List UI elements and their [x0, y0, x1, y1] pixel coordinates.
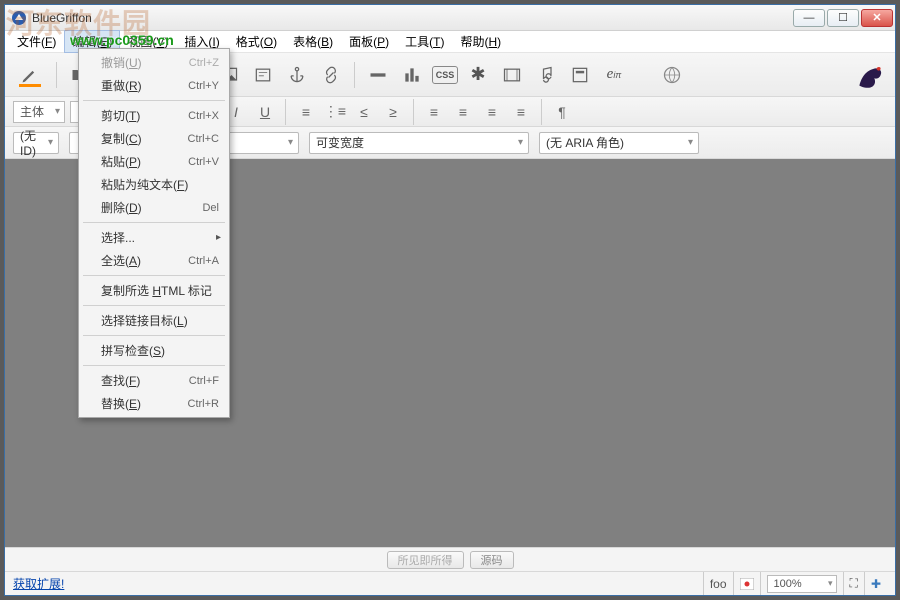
css-button[interactable]: CSS: [432, 66, 458, 84]
menu-separator: [83, 275, 225, 276]
video-button[interactable]: [498, 61, 526, 89]
form-button[interactable]: [249, 61, 277, 89]
puzzle-icon[interactable]: ✚: [864, 572, 887, 595]
align-justify-button[interactable]: ≡: [509, 101, 533, 123]
chart-button[interactable]: [398, 61, 426, 89]
minimize-button[interactable]: —: [793, 9, 825, 27]
title-bar: BlueGriffon — ☐ ✕: [5, 5, 895, 31]
list-ordered-button[interactable]: ≡: [294, 101, 318, 123]
aria-role-selector[interactable]: (无 ARIA 角色): [539, 132, 699, 154]
template-button[interactable]: [566, 61, 594, 89]
view-switcher-bar: 所见即所得 源码: [5, 547, 895, 571]
direction-button[interactable]: ¶: [550, 101, 574, 123]
menu-item-拼写检查[interactable]: 拼写检查(S): [81, 339, 227, 362]
menu-item-删除[interactable]: 删除(D)Del: [81, 196, 227, 219]
app-icon: [11, 10, 27, 26]
list-unordered-button[interactable]: ⋮≡: [323, 101, 347, 123]
new-document-button[interactable]: [13, 60, 47, 90]
special-char-button[interactable]: ✱: [464, 61, 492, 89]
menu-item-替换[interactable]: 替换(E)Ctrl+R: [81, 392, 227, 415]
toolbar-separator: [354, 62, 355, 88]
menu-separator: [83, 365, 225, 366]
indent-button[interactable]: ≥: [381, 101, 405, 123]
menu-工具[interactable]: 工具(T): [397, 30, 452, 53]
wysiwyg-view-button[interactable]: 所见即所得: [387, 551, 464, 569]
element-selector[interactable]: 主体: [13, 101, 65, 123]
menu-item-选择链接目标[interactable]: 选择链接目标(L): [81, 309, 227, 332]
menu-item-复制[interactable]: 复制(C)Ctrl+C: [81, 127, 227, 150]
get-extensions-link[interactable]: 获取扩展!: [13, 575, 64, 592]
menu-表格[interactable]: 表格(B): [285, 30, 341, 53]
align-center-button[interactable]: ≡: [451, 101, 475, 123]
griffon-logo: [853, 58, 887, 92]
window-title: BlueGriffon: [32, 11, 793, 25]
status-foo: foo: [703, 572, 733, 595]
math-button[interactable]: eiπ: [600, 61, 628, 89]
menu-item-选择...[interactable]: 选择...▸: [81, 226, 227, 249]
width-selector[interactable]: 可变宽度: [309, 132, 529, 154]
toolbar-separator: [285, 99, 286, 125]
menu-item-查找[interactable]: 查找(F)Ctrl+F: [81, 369, 227, 392]
source-view-button[interactable]: 源码: [470, 551, 514, 569]
zoom-selector[interactable]: 100%: [767, 575, 837, 593]
menu-面板[interactable]: 面板(P): [341, 30, 397, 53]
menu-separator: [83, 335, 225, 336]
status-flag-icon[interactable]: [733, 572, 760, 595]
edit-menu-dropdown: 撤销(U)Ctrl+Z重做(R)Ctrl+Y 剪切(T)Ctrl+X复制(C)Ct…: [78, 48, 230, 418]
fullscreen-icon[interactable]: ⛶: [843, 572, 864, 595]
status-bar: 获取扩展! foo 100% ⛶ ✚: [5, 571, 895, 595]
menu-帮助[interactable]: 帮助(H): [452, 30, 509, 53]
menu-item-复制所选 HTML 标记[interactable]: 复制所选 HTML 标记: [81, 279, 227, 302]
maximize-button[interactable]: ☐: [827, 9, 859, 27]
outdent-button[interactable]: ≤: [352, 101, 376, 123]
menu-item-全选[interactable]: 全选(A)Ctrl+A: [81, 249, 227, 272]
menu-separator: [83, 305, 225, 306]
menu-item-粘贴为纯文本[interactable]: 粘贴为纯文本(F): [81, 173, 227, 196]
align-left-button[interactable]: ≡: [422, 101, 446, 123]
link-button[interactable]: [317, 61, 345, 89]
toolbar-separator: [541, 99, 542, 125]
menu-separator: [83, 222, 225, 223]
toolbar-separator: [56, 62, 57, 88]
menu-item-撤销: 撤销(U)Ctrl+Z: [81, 51, 227, 74]
menu-item-粘贴[interactable]: 粘贴(P)Ctrl+V: [81, 150, 227, 173]
menu-separator: [83, 100, 225, 101]
anchor-button[interactable]: [283, 61, 311, 89]
align-right-button[interactable]: ≡: [480, 101, 504, 123]
audio-button[interactable]: [532, 61, 560, 89]
underline-button[interactable]: U: [253, 101, 277, 123]
toolbar-separator: [413, 99, 414, 125]
close-button[interactable]: ✕: [861, 9, 893, 27]
menu-格式[interactable]: 格式(O): [228, 30, 285, 53]
menu-item-重做[interactable]: 重做(R)Ctrl+Y: [81, 74, 227, 97]
menu-item-剪切[interactable]: 剪切(T)Ctrl+X: [81, 104, 227, 127]
menu-文件[interactable]: 文件(F): [9, 30, 64, 53]
hr-button[interactable]: [364, 61, 392, 89]
globe-button[interactable]: [658, 61, 686, 89]
id-selector[interactable]: (无 ID): [13, 132, 59, 154]
